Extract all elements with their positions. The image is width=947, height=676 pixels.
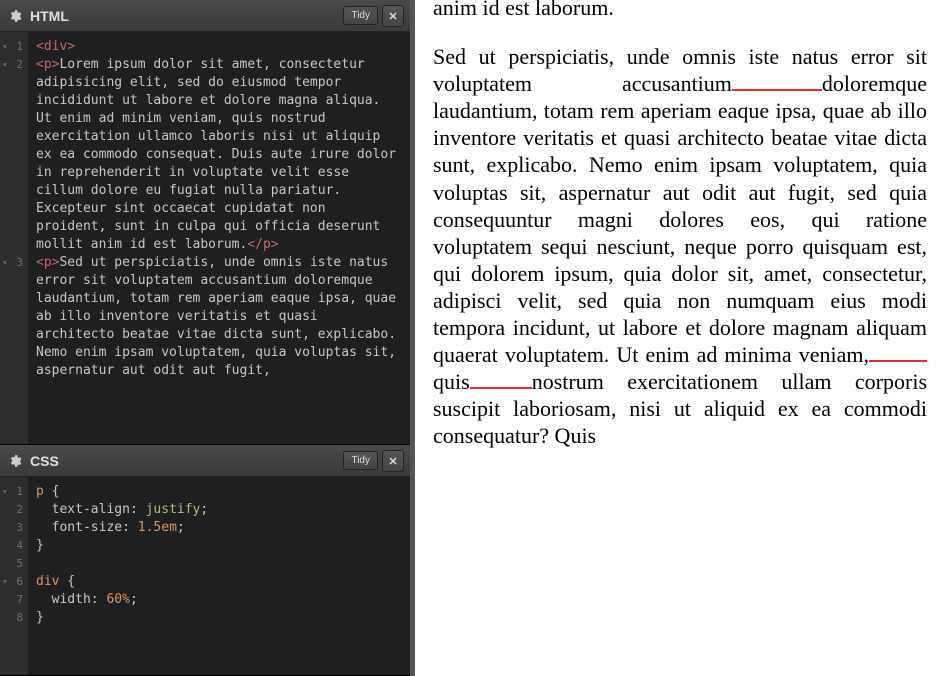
html-panel-header: HTML Tidy [0, 0, 410, 32]
css-panel: CSS Tidy 1 2 3 4 5 6 7 8 p { text-align:… [0, 445, 410, 676]
spellcheck-underline [869, 342, 927, 362]
spellcheck-underline [732, 71, 822, 91]
html-code-content[interactable]: <div> <p>Lorem ipsum dolor sit amet, con… [28, 32, 410, 444]
css-panel-title: CSS [30, 453, 343, 469]
gear-icon[interactable] [6, 452, 24, 470]
spellcheck-underline [470, 369, 532, 389]
tidy-button[interactable]: Tidy [343, 6, 378, 25]
css-panel-header: CSS Tidy [0, 445, 410, 477]
preview-paragraph: anim id est laborum. [433, 0, 927, 21]
preview-paragraph: Sed ut perspiciatis, unde omnis iste nat… [433, 43, 927, 449]
html-gutter: 1 2 3 [0, 32, 28, 444]
css-code-editor[interactable]: 1 2 3 4 5 6 7 8 p { text-align: justify;… [0, 477, 410, 675]
preview-pane: anim id est laborum. Sed ut perspiciatis… [410, 0, 947, 676]
css-code-content[interactable]: p { text-align: justify; font-size: 1.5e… [28, 477, 410, 675]
close-icon[interactable] [382, 5, 404, 27]
html-panel-title: HTML [30, 8, 343, 24]
html-panel: HTML Tidy 1 2 3 <div> <p>Lorem ipsum dol… [0, 0, 410, 445]
gear-icon[interactable] [6, 7, 24, 25]
css-gutter: 1 2 3 4 5 6 7 8 [0, 477, 28, 675]
close-icon[interactable] [382, 450, 404, 472]
html-code-editor[interactable]: 1 2 3 <div> <p>Lorem ipsum dolor sit ame… [0, 32, 410, 444]
preview-content: anim id est laborum. Sed ut perspiciatis… [433, 0, 927, 450]
editor-column: HTML Tidy 1 2 3 <div> <p>Lorem ipsum dol… [0, 0, 410, 676]
tidy-button[interactable]: Tidy [343, 451, 378, 470]
